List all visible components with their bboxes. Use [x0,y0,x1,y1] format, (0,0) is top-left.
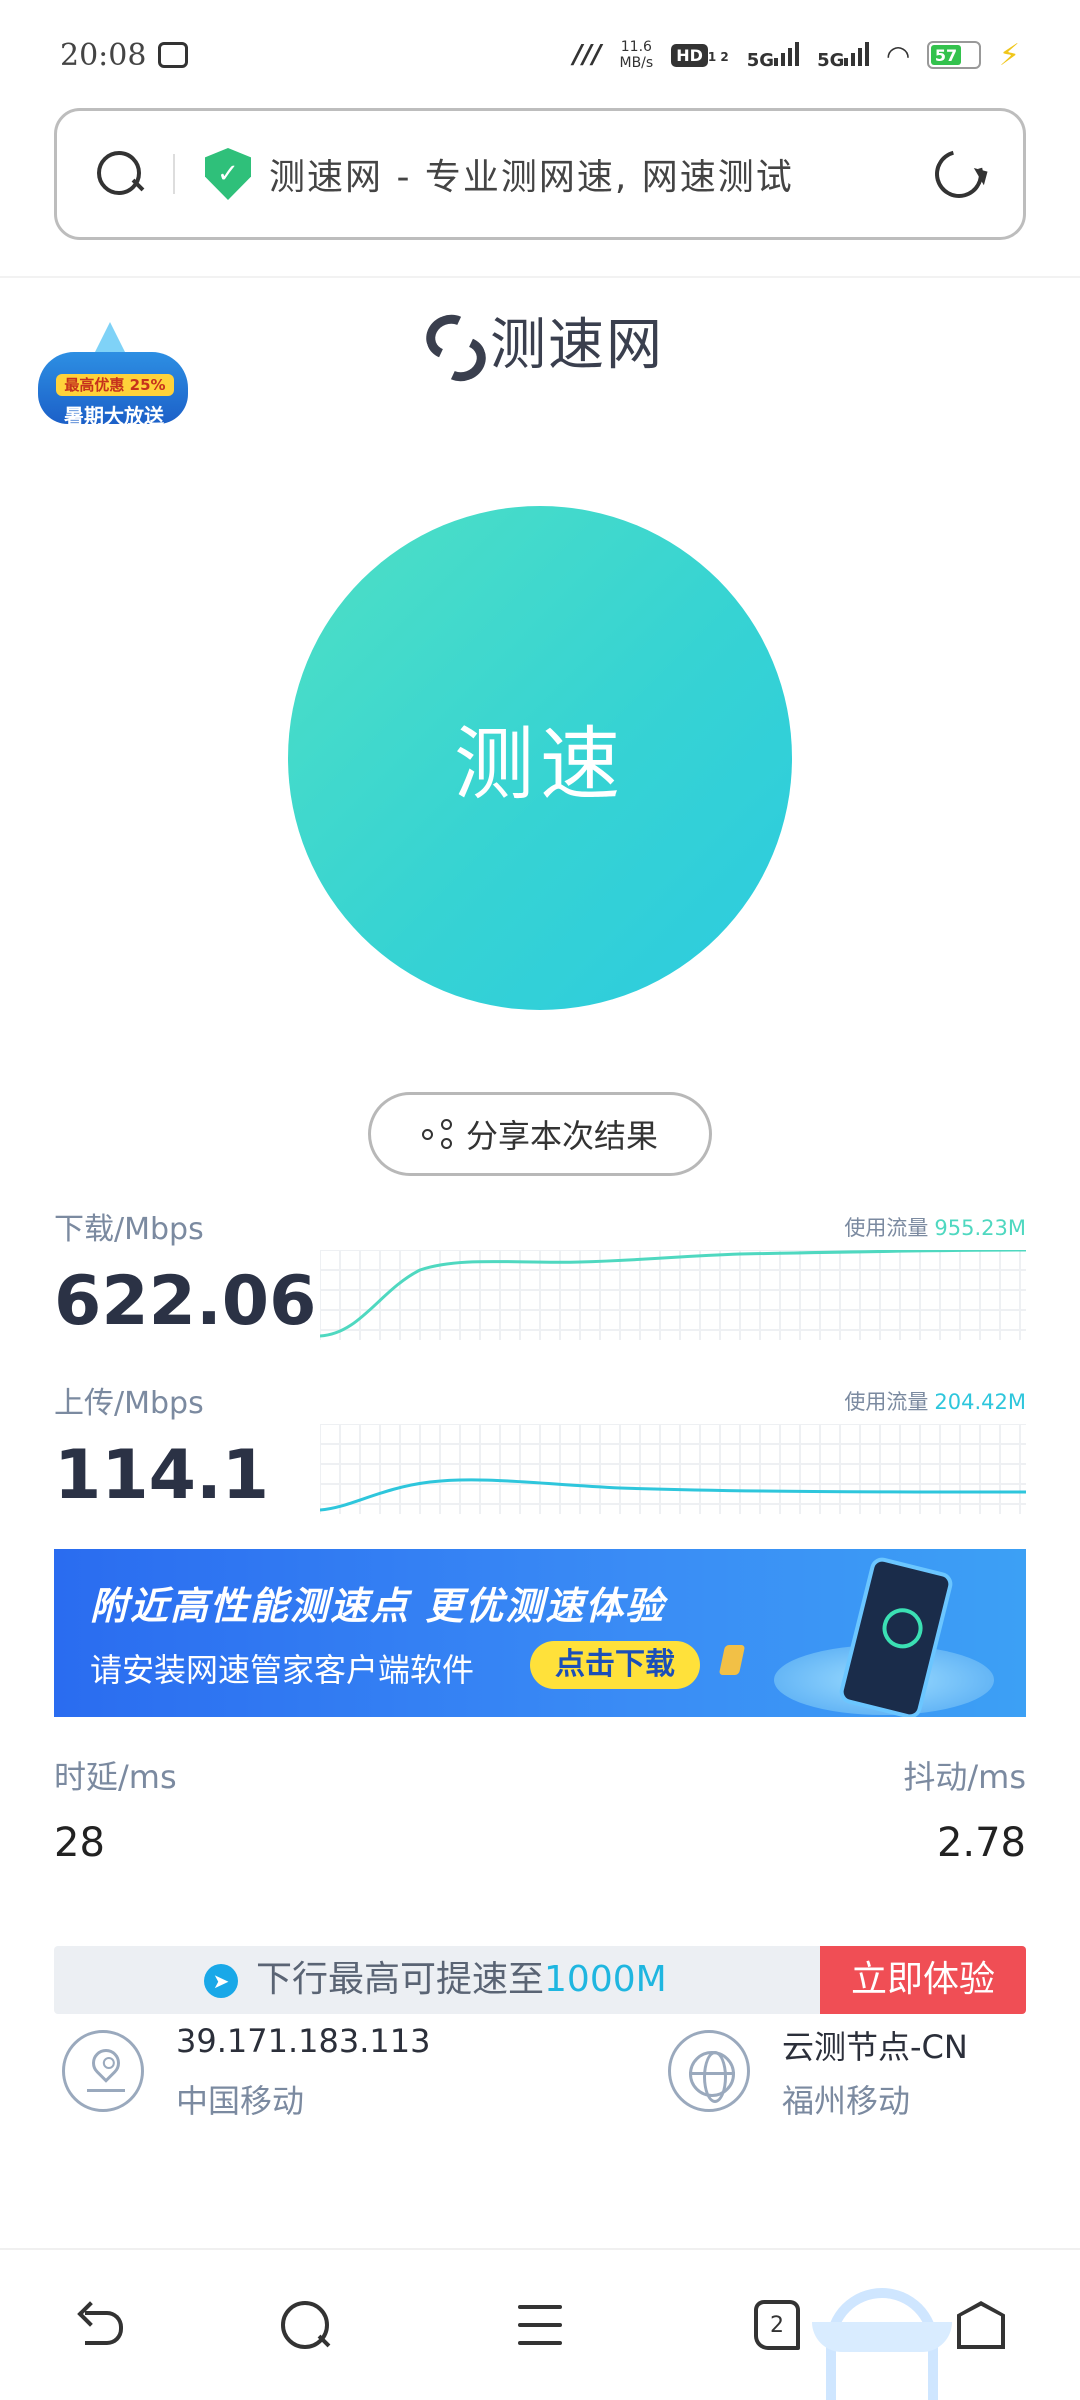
logo-text: 测速网 [490,313,664,378]
promo-main-text: 暑期大放送 [64,404,164,428]
upload-sparkline [320,1424,1026,1514]
download-usage-label: 使用流量 [844,1216,929,1240]
upgrade-highlight: 1000M [544,1959,667,2000]
ip-address: 39.171.183.113 [176,2022,431,2060]
banner-subtext: 请安装网速管家客户端软件 [90,1651,475,1689]
node-info[interactable]: 云测节点-CN 福州移动 [668,2022,1048,2122]
shield-check-icon: ✓ [205,148,251,200]
upload-usage-value: 204.42M [934,1390,1026,1414]
network-speed: 11.6 MB/s [619,39,653,71]
search-icon[interactable] [97,151,143,197]
download-label: 下载/Mbps [54,1212,204,1247]
globe-icon [668,2030,750,2112]
status-icons: /// 11.6 MB/s HD 1 2 5G 5G ◠ 57 ⚡ [573,38,1020,73]
upload-usage: 使用流量 204.42M [844,1386,1026,1416]
upload-label: 上传/Mbps [54,1386,204,1421]
latency-value: 28 [54,1820,105,1866]
sim1-label: 5G [746,49,775,71]
signal-icon-sim1: 5G [746,40,800,71]
download-grid [320,1250,1026,1340]
signal-icon-sim2: 5G [817,40,870,71]
charging-icon: ⚡ [998,37,1020,73]
home-icon [957,2301,1005,2349]
back-arrow-icon [77,2305,125,2345]
upload-usage-label: 使用流量 [844,1390,929,1414]
try-now-button[interactable]: 立即体验 [820,1946,1026,2014]
menu-icon [518,2305,562,2345]
logo-icon [420,311,476,371]
battery-icon: 57 [926,41,981,69]
start-speed-test-button[interactable]: 测速 [288,506,792,1010]
download-sparkline [320,1250,1026,1340]
upload-grid [320,1424,1026,1514]
hd-label: HD [671,43,708,67]
nav-search-button[interactable] [270,2290,340,2360]
tv-icon [158,42,189,68]
upgrade-text: 下行最高可提速至1000M [204,1946,667,2014]
upload-value: 114.1 [54,1436,270,1515]
tabs-button[interactable]: 2 [742,2290,812,2360]
status-bar: 20:08 /// 11.6 MB/s HD 1 2 5G 5G ◠ 57 ⚡ [0,0,1080,110]
status-time: 20:08 [60,37,147,73]
hd-sub: 1 2 [707,49,729,64]
tabs-icon: 2 [754,2300,800,2350]
latency-label: 时延/ms [54,1758,177,1796]
share-result-button[interactable]: 分享本次结果 [368,1092,712,1176]
network-speed-value: 11.6 [620,39,652,55]
banner-headline: 附近高性能测速点 更优测速体验 [90,1584,666,1628]
address-divider [173,154,175,194]
client-download-banner[interactable]: 附近高性能测速点 更优测速体验 请安装网速管家客户端软件 点击下载 [54,1549,1026,1717]
upgrade-text-main: 下行最高可提速至 [256,1959,545,2000]
hd-icon: HD 1 2 [671,43,729,67]
site-logo: 测速网 [420,300,664,381]
network-brand-icon: /// [572,40,602,70]
download-section: 下载/Mbps 622.06 使用流量 955.23M [54,1204,1026,1344]
ip-info: 39.171.183.113 中国移动 [62,2022,442,2122]
jitter-value: 2.78 [936,1820,1026,1866]
promo-top-text: 最高优惠 25% [56,374,174,396]
sim2-label: 5G [817,49,845,71]
address-bar[interactable]: ✓ 测速网 - 专业测网速, 网速测试 [54,108,1026,240]
battery-level: 57 [934,45,958,65]
menu-button[interactable] [505,2290,575,2360]
ip-isp: 中国移动 [176,2082,305,2120]
banner-download-button[interactable]: 点击下载 [530,1641,700,1689]
page-title[interactable]: 测速网 - 专业测网速, 网速测试 [269,148,869,200]
share-icon [421,1119,452,1149]
speed-upgrade-bar[interactable]: ➤ 下行最高可提速至1000M 立即体验 [54,1946,1026,2014]
location-pin-icon [62,2030,144,2112]
promo-badge[interactable]: 最高优惠 25% 暑期大放送 [38,322,188,434]
node-name: 云测节点-CN [782,2028,968,2066]
home-button[interactable] [946,2290,1016,2360]
divider [0,276,1080,278]
coin-icon [718,1645,746,1675]
share-label: 分享本次结果 [465,1117,658,1155]
node-isp: 福州移动 [782,2082,911,2120]
download-value: 622.06 [54,1262,317,1341]
download-usage-value: 955.23M [934,1216,1026,1240]
back-button[interactable] [66,2290,136,2360]
search-icon [281,2301,329,2349]
wifi-icon: ◠ [887,38,909,72]
download-usage: 使用流量 955.23M [844,1212,1026,1242]
jitter-label: 抖动/ms [903,1758,1026,1796]
upload-section: 上传/Mbps 114.1 使用流量 204.42M [54,1378,1026,1518]
reload-icon[interactable] [926,141,992,207]
network-speed-unit: MB/s [619,55,654,71]
mascot-decoration [812,2288,952,2400]
